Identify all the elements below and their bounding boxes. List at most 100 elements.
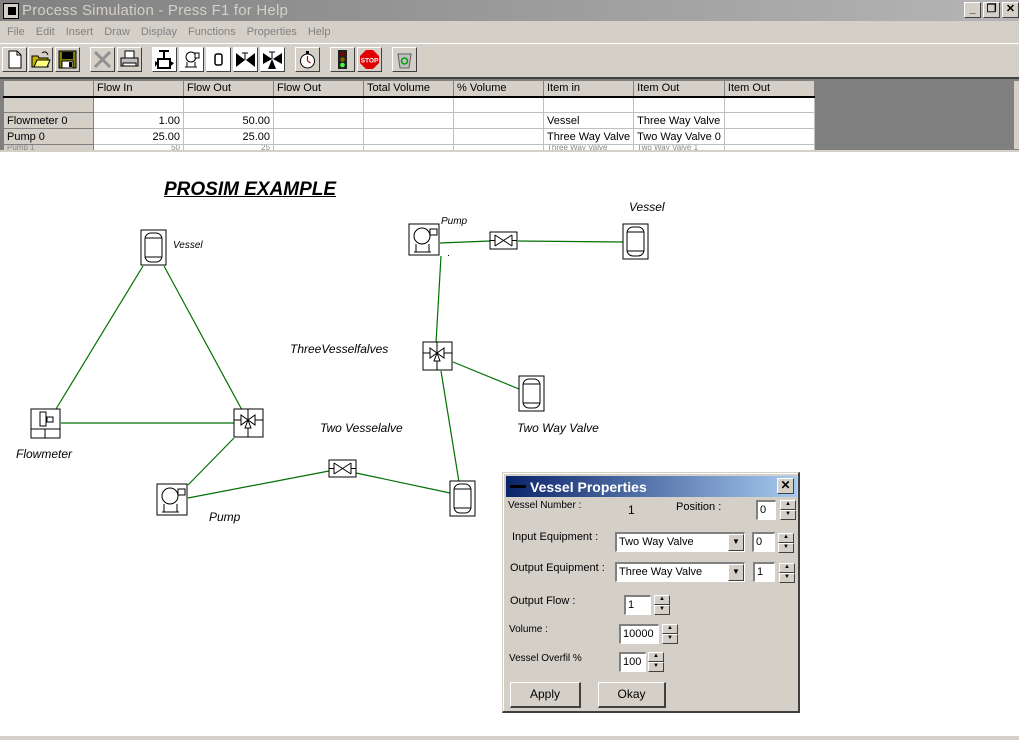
row-header[interactable]: Flowmeter 0 xyxy=(3,112,94,129)
volume-input[interactable]: 10000 xyxy=(619,624,659,644)
two-way-valve-center[interactable] xyxy=(328,459,357,478)
insert-vessel-button[interactable] xyxy=(206,47,231,72)
apply-button[interactable]: Apply xyxy=(510,682,581,708)
dropdown-arrow-icon[interactable]: ▼ xyxy=(728,564,744,581)
input-index-input[interactable]: 0 xyxy=(752,532,775,552)
grid-vertical-scrollbar[interactable] xyxy=(1014,81,1019,149)
spin-down-icon[interactable]: ▼ xyxy=(778,543,794,553)
grid-cell[interactable] xyxy=(453,112,544,129)
spin-up-icon[interactable]: ▲ xyxy=(662,624,678,634)
pump-right[interactable] xyxy=(408,223,440,256)
spin-up-icon[interactable]: ▲ xyxy=(648,652,664,662)
volume-spinner[interactable]: ▲ ▼ xyxy=(662,624,678,644)
output-index-spinner[interactable]: ▲ ▼ xyxy=(779,563,795,583)
spin-up-icon[interactable]: ▲ xyxy=(780,500,796,510)
row-header[interactable]: Pump 0 xyxy=(3,128,94,145)
grid-cell[interactable] xyxy=(723,112,815,129)
insert-three-way-valve-button[interactable] xyxy=(260,47,285,72)
delete-button[interactable] xyxy=(90,47,115,72)
dialog-title-bar[interactable]: Vessel Properties ✕ xyxy=(506,476,797,497)
grid-cell[interactable]: 25.00 xyxy=(93,128,184,145)
grid-cell[interactable]: 1.00 xyxy=(93,112,184,129)
grid-cell[interactable]: Three Way Valve xyxy=(542,128,635,145)
input-equipment-select[interactable]: Two Way Valve ▼ xyxy=(615,532,745,552)
grid-cell[interactable] xyxy=(183,96,274,113)
column-header[interactable]: Item in xyxy=(542,80,635,98)
save-button[interactable] xyxy=(55,47,80,72)
output-flow-spinner[interactable]: ▲ ▼ xyxy=(654,595,670,615)
menu-functions[interactable]: Functions xyxy=(183,26,241,38)
insert-pump-button[interactable] xyxy=(152,47,177,72)
column-header[interactable]: Item Out xyxy=(633,80,725,98)
print-button[interactable] xyxy=(117,47,142,72)
grid-cell[interactable] xyxy=(723,96,815,113)
grid-cell[interactable] xyxy=(273,112,364,129)
grid-cell[interactable]: 50.00 xyxy=(183,112,274,129)
grid-cell[interactable] xyxy=(273,128,364,145)
spin-up-icon[interactable]: ▲ xyxy=(779,563,795,573)
three-way-valve-left[interactable] xyxy=(233,408,264,438)
menu-help[interactable]: Help xyxy=(303,26,336,38)
column-header[interactable]: Item Out xyxy=(723,80,815,98)
vessel-bottom[interactable] xyxy=(449,480,476,517)
menu-draw[interactable]: Draw xyxy=(99,26,135,38)
system-menu-icon[interactable] xyxy=(510,485,526,488)
vessel-middle-right[interactable] xyxy=(518,375,545,412)
spin-down-icon[interactable]: ▼ xyxy=(654,605,670,615)
dialog-close-button[interactable]: ✕ xyxy=(777,478,794,494)
row-header[interactable] xyxy=(3,96,94,113)
grid-cell[interactable]: Two Way Valve 0 xyxy=(633,128,725,145)
vessel-left[interactable] xyxy=(140,229,167,266)
menu-file[interactable]: File xyxy=(2,26,30,38)
vessel-overfill-spinner[interactable]: ▲ ▼ xyxy=(648,652,664,672)
menu-display[interactable]: Display xyxy=(136,26,182,38)
open-button[interactable] xyxy=(28,47,53,72)
column-header[interactable]: Total Volume xyxy=(363,80,454,98)
input-index-spinner[interactable]: ▲ ▼ xyxy=(778,533,794,553)
menu-insert[interactable]: Insert xyxy=(61,26,99,38)
menu-properties[interactable]: Properties xyxy=(242,26,302,38)
grid-cell[interactable] xyxy=(453,96,544,113)
stop-button[interactable]: STOP xyxy=(357,47,382,72)
output-equipment-select[interactable]: Three Way Valve ▼ xyxy=(615,562,745,582)
grid-cell[interactable] xyxy=(723,128,815,145)
grid-cell[interactable] xyxy=(363,112,454,129)
spin-up-icon[interactable]: ▲ xyxy=(654,595,670,605)
grid-cell[interactable]: Three Way Valve xyxy=(633,112,725,129)
close-button[interactable]: ✕ xyxy=(1002,2,1019,18)
pump-left[interactable] xyxy=(156,483,188,516)
dropdown-arrow-icon[interactable]: ▼ xyxy=(728,534,744,551)
column-header[interactable]: Flow In xyxy=(93,80,184,98)
insert-flowmeter-button[interactable] xyxy=(179,47,204,72)
grid-cell[interactable] xyxy=(363,96,454,113)
recycle-button[interactable] xyxy=(392,47,417,72)
new-document-button[interactable] xyxy=(2,47,27,72)
spin-down-icon[interactable]: ▼ xyxy=(779,573,795,583)
position-input[interactable]: 0 xyxy=(756,500,776,520)
minimize-button[interactable]: _ xyxy=(964,2,981,18)
timer-button[interactable] xyxy=(295,47,320,72)
two-way-valve-top[interactable] xyxy=(489,231,518,250)
grid-cell[interactable] xyxy=(363,128,454,145)
app-icon[interactable] xyxy=(3,2,19,19)
menu-edit[interactable]: Edit xyxy=(31,26,60,38)
output-flow-input[interactable]: 1 xyxy=(624,595,651,615)
output-index-input[interactable]: 1 xyxy=(753,562,775,582)
spin-down-icon[interactable]: ▼ xyxy=(662,634,678,644)
three-way-valve-right[interactable] xyxy=(422,341,453,371)
insert-two-way-valve-button[interactable] xyxy=(233,47,258,72)
spin-up-icon[interactable]: ▲ xyxy=(778,533,794,543)
spin-down-icon[interactable]: ▼ xyxy=(648,662,664,672)
grid-cell[interactable]: 25.00 xyxy=(183,128,274,145)
column-header[interactable]: % Volume xyxy=(453,80,544,98)
position-spinner[interactable]: ▲ ▼ xyxy=(780,500,796,520)
grid-cell[interactable]: Vessel xyxy=(542,112,635,129)
restore-button[interactable]: ❐ xyxy=(983,2,1000,18)
grid-cell[interactable] xyxy=(93,96,184,113)
column-header[interactable]: Flow Out xyxy=(273,80,364,98)
run-button[interactable] xyxy=(330,47,355,72)
vessel-overfill-input[interactable]: 100 xyxy=(619,652,646,672)
grid-corner[interactable] xyxy=(3,80,94,98)
flowmeter[interactable] xyxy=(30,408,61,439)
okay-button[interactable]: Okay xyxy=(598,682,666,708)
